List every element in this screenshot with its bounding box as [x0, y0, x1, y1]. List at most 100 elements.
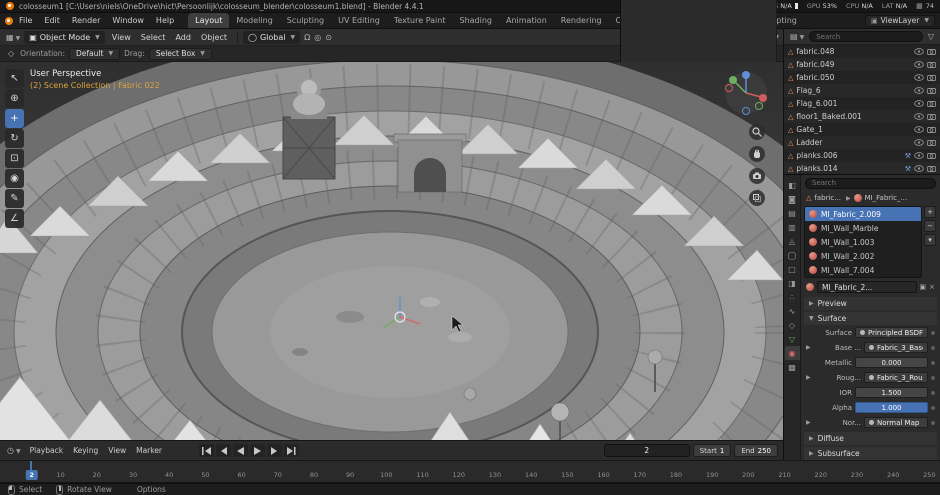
slot-action-button[interactable]: − — [924, 220, 936, 232]
tool-button[interactable]: ◉ — [5, 169, 24, 188]
outliner-item[interactable]: △ Flag_6 ⚒ — [784, 84, 940, 97]
disable-camera-icon[interactable] — [927, 165, 936, 172]
timeline-ruler[interactable]: 2 10 20 30 40 50 60 70 80 90 100 110 120 130 140 150 160… — [0, 460, 940, 483]
property-value-widget[interactable]: 1.000 — [855, 402, 928, 413]
decorate-dot-icon[interactable] — [931, 375, 935, 380]
properties-tab[interactable]: ◙ — [785, 192, 800, 206]
fake-user-icon[interactable]: ▣ — [920, 283, 927, 291]
expand-chevron-icon[interactable]: ▶ — [806, 419, 812, 426]
ruler-frame-label[interactable]: 240 — [887, 471, 899, 479]
panel-preview[interactable]: ▶ Preview — [804, 297, 937, 310]
timeline-editor-icon[interactable]: ◷ ▼ — [5, 446, 23, 455]
tool-button[interactable]: ↻ — [5, 129, 24, 148]
ruler-frame-label[interactable]: 150 — [561, 471, 573, 479]
menu-item[interactable]: Render — [66, 13, 106, 28]
zoom-icon[interactable] — [749, 124, 765, 140]
viewport-menu-item[interactable]: View — [107, 33, 136, 42]
outliner-item[interactable]: △ fabric.050 ⚒ — [784, 71, 940, 84]
expand-chevron-icon[interactable]: ▶ — [806, 344, 812, 351]
properties-tab[interactable]: ◇ — [785, 318, 800, 332]
modifier-icon[interactable]: ⚒ — [905, 165, 911, 173]
viewport-render[interactable] — [0, 62, 783, 440]
workspace-tab[interactable]: Animation — [499, 13, 554, 28]
perspective-toggle-icon[interactable] — [749, 190, 765, 206]
mode-selector[interactable]: ▣ Object Mode ▼ — [24, 30, 105, 44]
hide-eye-icon[interactable] — [914, 113, 924, 120]
decorate-dot-icon[interactable] — [931, 360, 935, 365]
properties-tab[interactable]: ▽ — [785, 332, 800, 346]
viewport-menu-item[interactable]: Add — [170, 33, 196, 42]
disable-camera-icon[interactable] — [927, 139, 936, 146]
workspace-tab[interactable]: UV Editing — [331, 13, 387, 28]
transform-orientation[interactable]: ◯ Global ▼ — [243, 30, 301, 44]
disable-camera-icon[interactable] — [927, 48, 936, 55]
disable-camera-icon[interactable] — [927, 87, 936, 94]
ruler-frame-label[interactable]: 10 — [56, 471, 64, 479]
slot-action-button[interactable]: + — [924, 206, 936, 218]
material-slot[interactable]: MI_Wall_Marble — [805, 221, 921, 235]
properties-tab[interactable]: ▤ — [785, 206, 800, 220]
ruler-frame-label[interactable]: 100 — [380, 471, 392, 479]
outliner-item[interactable]: △ fabric.048 ⚒ — [784, 45, 940, 58]
3d-viewport[interactable]: User Perspective (2) Scene Collection | … — [0, 62, 783, 440]
properties-tab[interactable]: ∿ — [785, 304, 800, 318]
viewport-menu-item[interactable]: Object — [196, 33, 232, 42]
outliner-item[interactable]: △ Flag_6.001 ⚒ — [784, 97, 940, 110]
decorate-dot-icon[interactable] — [931, 390, 935, 395]
menu-item[interactable]: Help — [150, 13, 180, 28]
outliner-item[interactable]: △ planks.014 ⚒ — [784, 162, 940, 174]
modifier-icon[interactable]: ⚒ — [905, 152, 911, 160]
ruler-frame-label[interactable]: 20 — [93, 471, 101, 479]
tool-button[interactable]: ∠ — [5, 209, 24, 228]
next-keyframe-button[interactable] — [267, 444, 283, 457]
disable-camera-icon[interactable] — [927, 126, 936, 133]
property-value-widget[interactable]: Fabric_3_Base... — [864, 342, 928, 353]
hide-eye-icon[interactable] — [914, 61, 924, 68]
workspace-tab[interactable]: Layout — [188, 13, 230, 28]
play-reverse-button[interactable] — [233, 444, 249, 457]
jump-to-end-button[interactable] — [284, 444, 300, 457]
disable-camera-icon[interactable] — [927, 74, 936, 81]
properties-tab[interactable]: ▩ — [785, 360, 800, 374]
outliner-item[interactable]: △ fabric.049 ⚒ — [784, 58, 940, 71]
property-value-widget[interactable]: 0.000 — [855, 357, 928, 368]
unlink-icon[interactable]: × — [929, 283, 935, 291]
viewport-menu-item[interactable]: Select — [136, 33, 171, 42]
properties-tab[interactable]: □ — [785, 262, 800, 276]
timeline-menu-item[interactable]: Playback — [25, 446, 68, 455]
decorate-dot-icon[interactable] — [931, 330, 935, 335]
property-value-widget[interactable]: Normal Map — [864, 417, 928, 428]
current-frame-badge[interactable]: 2 — [25, 470, 38, 480]
pan-hand-icon[interactable] — [749, 146, 765, 162]
ruler-frame-label[interactable]: 210 — [778, 471, 790, 479]
ruler-frame-label[interactable]: 180 — [670, 471, 682, 479]
outliner-item[interactable]: △ Ladder ⚒ — [784, 136, 940, 149]
ruler-frame-label[interactable]: 110 — [416, 471, 428, 479]
tool-button[interactable]: ↖ — [5, 69, 24, 88]
tool-button[interactable]: ⊕ — [5, 89, 24, 108]
outliner-editor-icon[interactable]: ▤ ▼ — [788, 32, 806, 41]
hide-eye-icon[interactable] — [914, 100, 924, 107]
ruler-frame-label[interactable]: 140 — [525, 471, 537, 479]
editor-type-icon[interactable]: ▦ ▼ — [4, 33, 22, 42]
hide-eye-icon[interactable] — [914, 165, 924, 172]
drag-dropdown[interactable]: Select Box ▼ — [148, 47, 212, 60]
ruler-frame-label[interactable]: 90 — [346, 471, 354, 479]
properties-tab[interactable]: ◧ — [785, 178, 800, 192]
workspace-tab[interactable]: Modeling — [229, 13, 279, 28]
properties-tab[interactable]: ◯ — [785, 248, 800, 262]
timeline-menu-item[interactable]: View — [103, 446, 131, 455]
material-name-field[interactable]: MI_Fabric_2... — [817, 281, 917, 293]
properties-search-input[interactable] — [805, 177, 936, 189]
panel-diffuse[interactable]: ▶ Diffuse — [804, 432, 937, 445]
start-frame-field[interactable]: Start 1 — [692, 444, 732, 457]
camera-view-icon[interactable] — [749, 168, 765, 184]
ruler-frame-label[interactable]: 200 — [742, 471, 754, 479]
menu-item[interactable]: File — [13, 13, 38, 28]
disable-camera-icon[interactable] — [927, 152, 936, 159]
menu-item[interactable]: Window — [106, 13, 150, 28]
ruler-frame-label[interactable]: 170 — [634, 471, 646, 479]
header-toggle-icon[interactable]: ◎ — [312, 33, 323, 42]
workspace-tab[interactable]: Sculpting — [280, 13, 331, 28]
ruler-frame-label[interactable]: 130 — [489, 471, 501, 479]
